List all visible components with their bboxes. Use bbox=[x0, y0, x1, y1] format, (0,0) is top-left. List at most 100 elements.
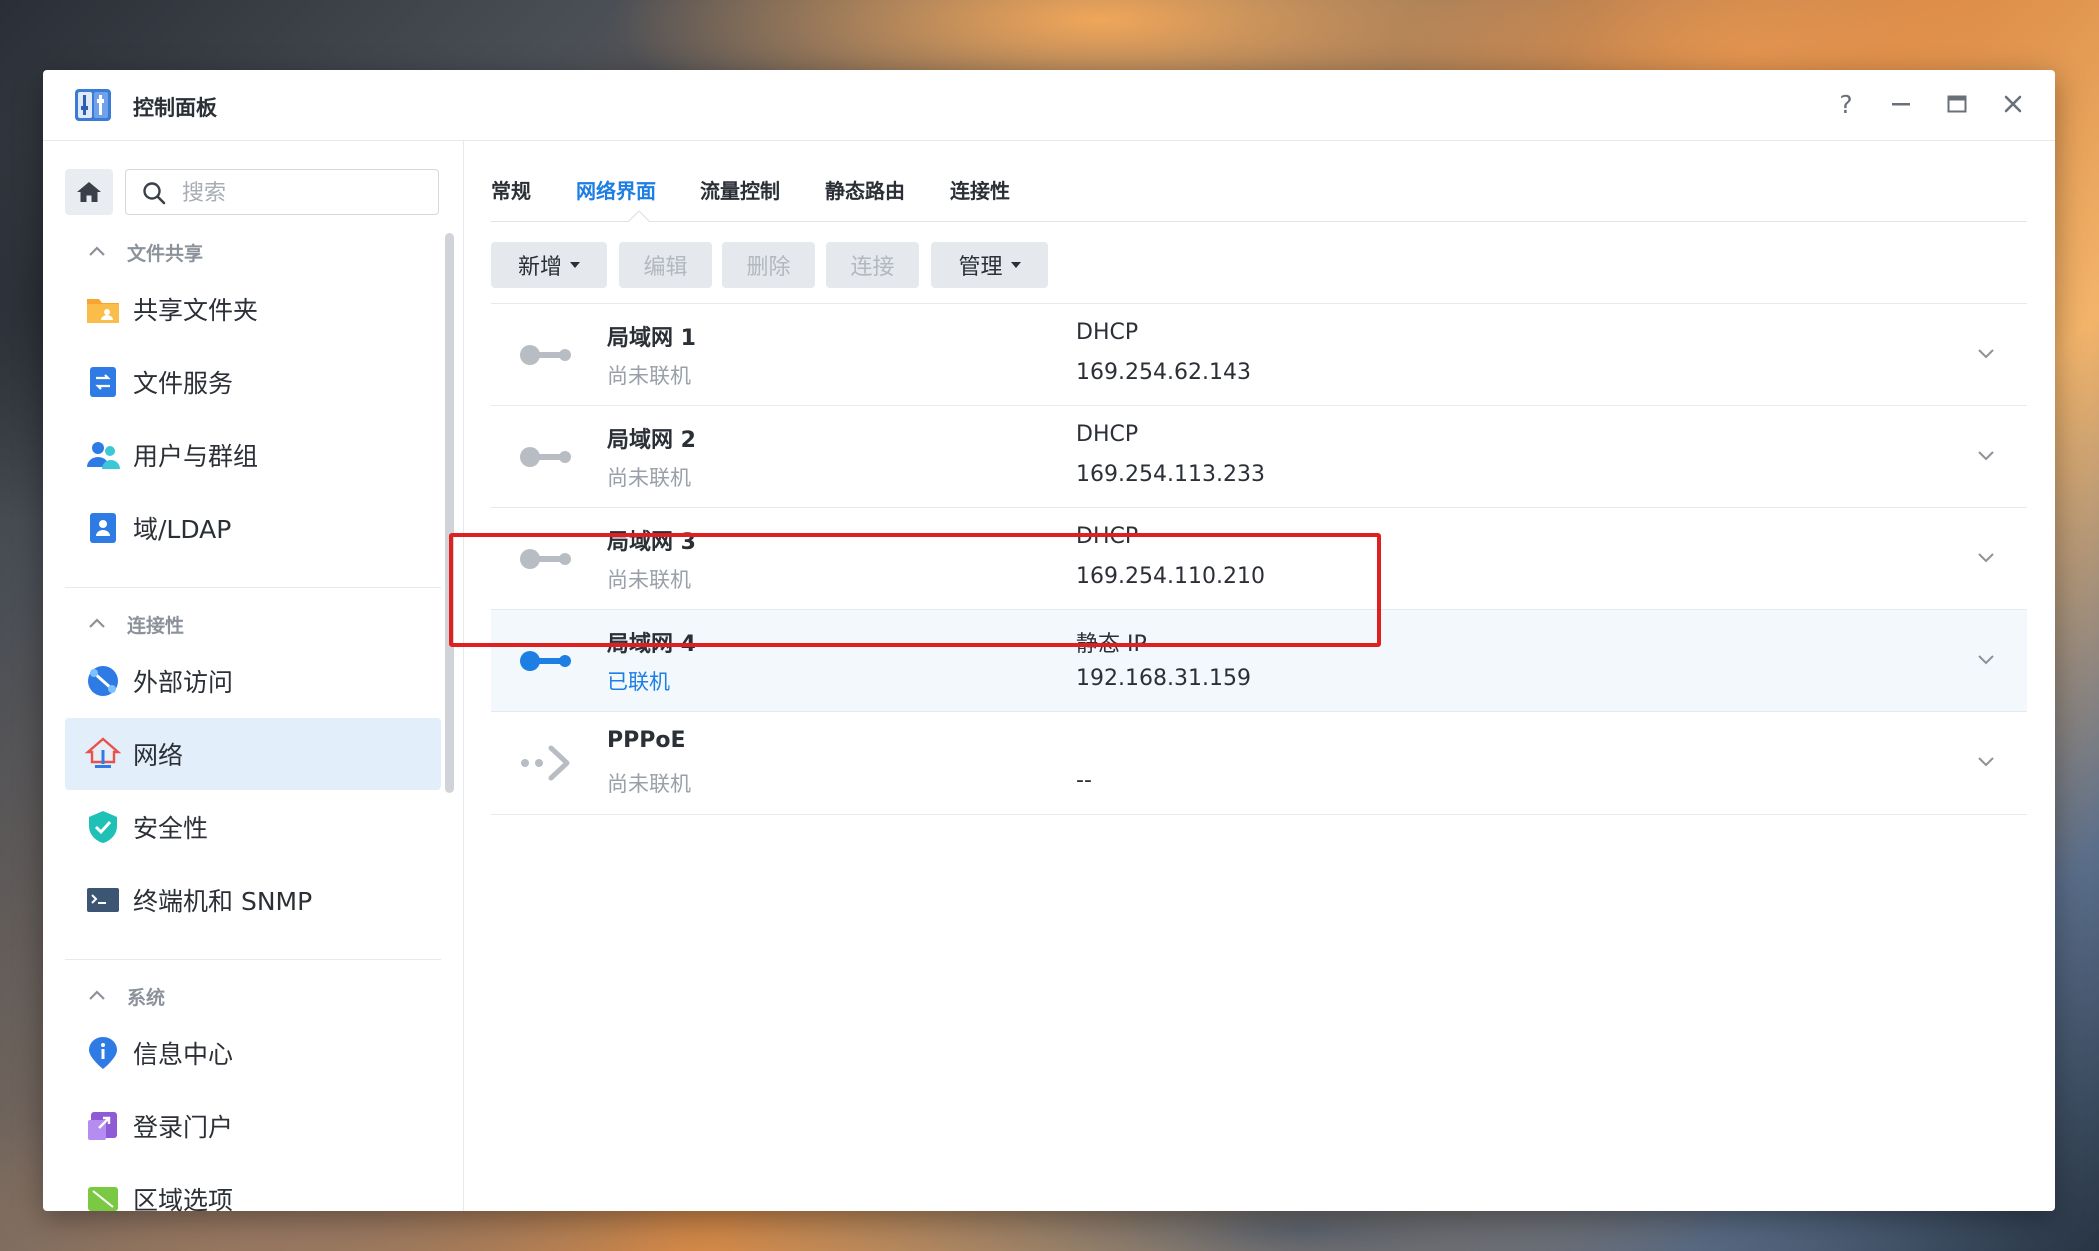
sidebar-item-label: 用户与群组 bbox=[133, 442, 259, 471]
interface-row-lan3[interactable]: 局域网 3 尚未联机 DHCP 169.254.110.210 bbox=[491, 507, 2027, 610]
tab-connectivity[interactable]: 连接性 bbox=[950, 175, 1010, 204]
sidebar-item-user-group[interactable]: 用户与群组 bbox=[65, 419, 441, 491]
minimize-icon bbox=[1892, 103, 1910, 106]
sidebar-item-security[interactable]: 安全性 bbox=[65, 791, 441, 863]
interface-name: 局域网 1 bbox=[607, 326, 696, 351]
sidebar-item-shared-folder[interactable]: 共享文件夹 bbox=[65, 273, 441, 345]
edit-button[interactable]: 编辑 bbox=[619, 242, 712, 288]
sidebar-item-login-portal[interactable]: 登录门户 bbox=[65, 1090, 441, 1162]
interface-name: 局域网 2 bbox=[607, 428, 696, 453]
sidebar-item-domain-ldap[interactable]: 域/LDAP bbox=[65, 492, 441, 564]
tab-network-interface[interactable]: 网络界面 bbox=[576, 175, 656, 204]
sidebar-item-label: 区域选项 bbox=[133, 1186, 234, 1211]
interface-row-lan4[interactable]: 局域网 4 已联机 静态 IP 192.168.31.159 bbox=[491, 609, 2027, 712]
chevron-down-icon[interactable] bbox=[1975, 546, 1997, 568]
sidebar-item-external-access[interactable]: 外部访问 bbox=[65, 645, 441, 717]
window-titlebar: 控制面板 ? bbox=[43, 70, 2055, 141]
ethernet-disconnected-icon bbox=[520, 549, 571, 569]
manage-label: 管理 bbox=[958, 255, 1003, 280]
control-panel-window: 控制面板 ? 文件共享 共享文件夹 bbox=[43, 70, 2055, 1211]
close-icon bbox=[2004, 95, 2022, 113]
interface-status: 尚未联机 bbox=[607, 364, 691, 388]
minimize-button[interactable] bbox=[1881, 84, 1921, 124]
ethernet-disconnected-icon bbox=[520, 345, 571, 365]
sidebar-item-info-center[interactable]: 信息中心 bbox=[65, 1017, 441, 1089]
search-icon bbox=[143, 182, 166, 205]
close-button[interactable] bbox=[1993, 84, 2033, 124]
active-tab-indicator bbox=[628, 210, 650, 222]
shared-folder-icon bbox=[87, 299, 119, 323]
login-portal-icon bbox=[88, 1112, 117, 1140]
help-button[interactable]: ? bbox=[1826, 84, 1866, 124]
sidebar-divider bbox=[65, 587, 441, 588]
chevron-up-icon bbox=[89, 246, 105, 256]
interface-status: 尚未联机 bbox=[607, 568, 691, 592]
maximize-button[interactable] bbox=[1937, 84, 1977, 124]
security-shield-icon bbox=[89, 811, 117, 843]
sidebar-item-network[interactable]: 网络 bbox=[65, 718, 441, 790]
interface-row-lan2[interactable]: 局域网 2 尚未联机 DHCP 169.254.113.233 bbox=[491, 405, 2027, 508]
sidebar-item-terminal-snmp[interactable]: 终端机和 SNMP bbox=[65, 864, 441, 936]
file-services-icon bbox=[90, 367, 116, 397]
sidebar-item-label: 域/LDAP bbox=[133, 515, 232, 544]
manage-button[interactable]: 管理 bbox=[931, 242, 1048, 288]
create-button[interactable]: 新增 bbox=[491, 242, 607, 288]
chevron-up-icon bbox=[89, 990, 105, 1000]
main-panel: 常规 网络界面 流量控制 静态路由 连接性 新增 编辑 删除 连接 管理 局域网… bbox=[464, 141, 2055, 1211]
chevron-down-icon[interactable] bbox=[1975, 648, 1997, 670]
terminal-icon bbox=[87, 888, 119, 912]
sidebar-divider bbox=[65, 959, 441, 960]
interface-mode: 静态 IP bbox=[1076, 632, 1147, 657]
interface-row-pppoe[interactable]: PPPoE 尚未联机 -- bbox=[491, 711, 2027, 815]
interface-ip: 169.254.113.233 bbox=[1076, 462, 1265, 487]
interface-name: 局域网 3 bbox=[607, 530, 696, 555]
domain-ldap-icon bbox=[90, 513, 116, 543]
sidebar: 文件共享 共享文件夹 文件服务 用户与群组 域/LDAP 连接性 外部访问 bbox=[43, 141, 464, 1211]
interface-ip: 169.254.62.143 bbox=[1076, 360, 1251, 385]
ethernet-disconnected-icon bbox=[520, 447, 571, 467]
interface-ip: -- bbox=[1076, 768, 1092, 793]
maximize-icon bbox=[1947, 95, 1967, 113]
sidebar-scrollbar[interactable] bbox=[445, 233, 454, 793]
group-header-system[interactable]: 系统 bbox=[87, 981, 165, 1011]
sidebar-item-regional-options[interactable]: 区域选项 bbox=[65, 1163, 441, 1211]
sidebar-item-label: 外部访问 bbox=[133, 668, 234, 697]
chevron-down-icon[interactable] bbox=[1975, 444, 1997, 466]
delete-button[interactable]: 删除 bbox=[722, 242, 815, 288]
interface-status: 尚未联机 bbox=[607, 772, 691, 796]
sidebar-item-file-services[interactable]: 文件服务 bbox=[65, 346, 441, 418]
tab-general[interactable]: 常规 bbox=[491, 175, 531, 204]
pppoe-icon bbox=[521, 745, 570, 781]
home-button[interactable] bbox=[65, 169, 113, 215]
interface-mode: DHCP bbox=[1076, 524, 1139, 549]
interface-ip: 169.254.110.210 bbox=[1076, 564, 1265, 589]
tab-traffic-control[interactable]: 流量控制 bbox=[700, 175, 780, 204]
chevron-up-icon bbox=[89, 618, 105, 628]
info-center-icon bbox=[89, 1037, 117, 1069]
regional-options-icon bbox=[88, 1187, 118, 1211]
group-label: 连接性 bbox=[127, 614, 185, 637]
network-icon bbox=[85, 737, 121, 768]
search-field[interactable] bbox=[125, 169, 439, 215]
group-header-connectivity[interactable]: 连接性 bbox=[87, 609, 184, 639]
sidebar-item-label: 终端机和 SNMP bbox=[133, 887, 313, 916]
tab-static-route[interactable]: 静态路由 bbox=[825, 175, 905, 204]
sidebar-item-label: 网络 bbox=[133, 741, 184, 770]
group-header-file-sharing[interactable]: 文件共享 bbox=[87, 237, 203, 267]
sidebar-item-label: 登录门户 bbox=[133, 1113, 234, 1142]
chevron-down-icon[interactable] bbox=[1975, 342, 1997, 364]
interface-mode: DHCP bbox=[1076, 422, 1139, 447]
chevron-down-icon[interactable] bbox=[1975, 750, 1997, 772]
interface-row-lan1[interactable]: 局域网 1 尚未联机 DHCP 169.254.62.143 bbox=[491, 303, 2027, 406]
sidebar-item-label: 信息中心 bbox=[133, 1040, 234, 1069]
interface-status: 已联机 bbox=[607, 670, 670, 694]
dropdown-caret-icon bbox=[1010, 262, 1021, 268]
external-access-icon bbox=[88, 666, 118, 696]
user-group-icon bbox=[87, 442, 120, 469]
search-input[interactable] bbox=[180, 178, 424, 208]
create-label: 新增 bbox=[517, 255, 562, 280]
tab-bar: 常规 网络界面 流量控制 静态路由 连接性 bbox=[491, 141, 2027, 222]
interface-ip: 192.168.31.159 bbox=[1076, 666, 1251, 691]
sidebar-item-label: 文件服务 bbox=[133, 369, 234, 398]
connect-button[interactable]: 连接 bbox=[826, 242, 919, 288]
